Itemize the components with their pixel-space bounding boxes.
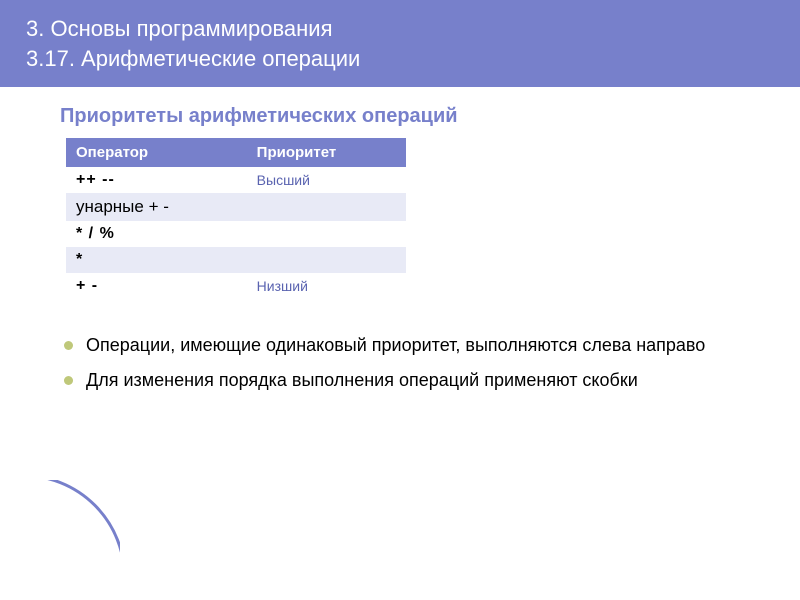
cell-priority xyxy=(247,193,406,221)
cell-priority xyxy=(247,221,406,247)
table-row: * / % xyxy=(66,221,406,247)
corner-decoration xyxy=(0,480,120,600)
slide-header: 3. Основы программирования 3.17. Арифмет… xyxy=(0,0,800,87)
slide: 3. Основы программирования 3.17. Арифмет… xyxy=(0,0,800,600)
cell-priority xyxy=(247,247,406,273)
col-priority: Приоритет xyxy=(247,138,406,167)
table-row: + - Низший xyxy=(66,273,406,299)
col-operator: Оператор xyxy=(66,138,247,167)
list-item: Для изменения порядка выполнения операци… xyxy=(60,368,760,392)
slide-content: Приоритеты арифметических операций Опера… xyxy=(0,87,800,422)
subtitle: Приоритеты арифметических операций xyxy=(60,105,760,128)
table-row: унарные + - xyxy=(66,193,406,221)
cell-operator: * xyxy=(66,247,247,273)
list-item: Операции, имеющие одинаковый приоритет, … xyxy=(60,333,760,357)
cell-priority: Высший xyxy=(247,167,406,193)
cell-operator: * / % xyxy=(66,221,247,247)
cell-operator: унарные + - xyxy=(66,193,247,221)
priority-table: Оператор Приоритет ++ -- Высший унарные … xyxy=(66,138,406,299)
cell-operator: + - xyxy=(66,273,247,299)
table-row: * xyxy=(66,247,406,273)
cell-priority: Низший xyxy=(247,273,406,299)
bullet-list: Операции, имеющие одинаковый приоритет, … xyxy=(60,333,760,392)
cell-operator: ++ -- xyxy=(66,167,247,193)
table-row: ++ -- Высший xyxy=(66,167,406,193)
table-header-row: Оператор Приоритет xyxy=(66,138,406,167)
header-line-1: 3. Основы программирования xyxy=(26,14,774,44)
header-line-2: 3.17. Арифметические операции xyxy=(26,44,774,74)
